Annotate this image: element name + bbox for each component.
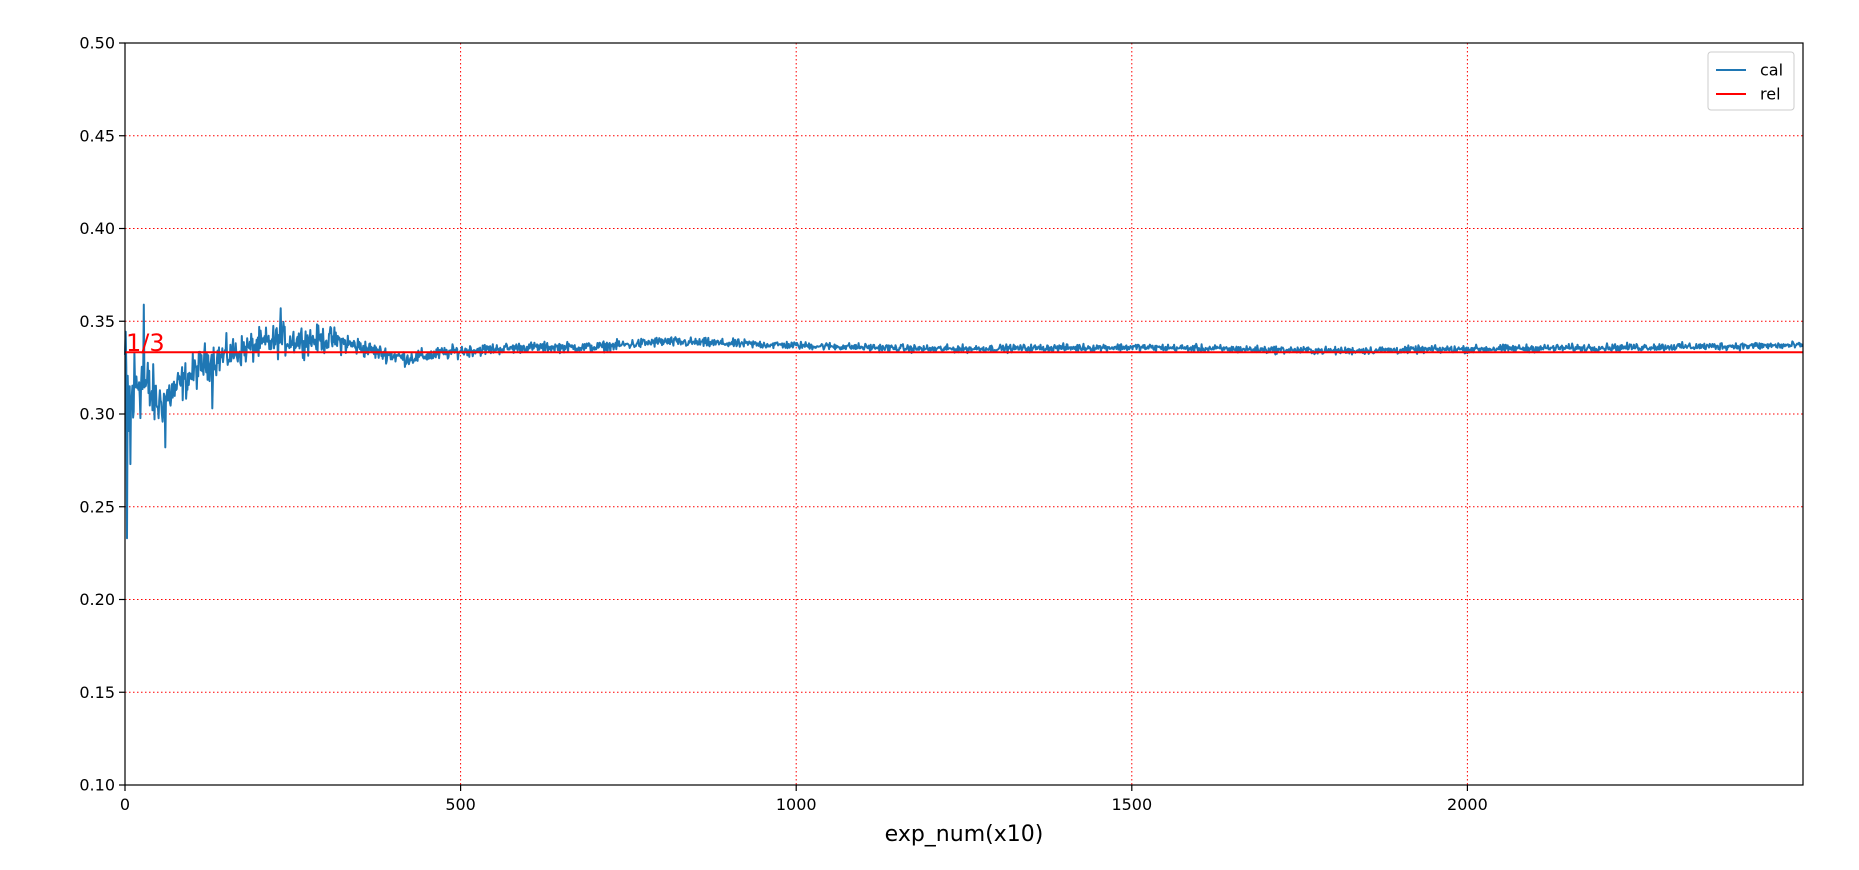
x-tick-label: 0 <box>120 795 130 814</box>
legend: cal rel <box>1707 51 1795 111</box>
line-chart: 1/3 0 500 1000 1500 2000 0.10 0.15 0.20 0.25 0.3… <box>0 0 1859 865</box>
y-tick-label: 0.25 <box>79 497 115 516</box>
y-tick-label: 0.15 <box>79 683 115 702</box>
x-axis-title: exp_num(x10) <box>885 822 1044 847</box>
y-tick-label: 0.20 <box>79 590 115 609</box>
annotation-label: 1/3 <box>126 329 165 357</box>
x-tick-label: 1500 <box>1111 795 1152 814</box>
annotation-layer: 1/3 <box>126 329 165 357</box>
y-tick-label: 0.10 <box>79 776 115 795</box>
legend-label-cal: cal <box>1760 61 1783 80</box>
chart-svg: 1/3 0 500 1000 1500 2000 0.10 0.15 0.20 0.25 0.3… <box>0 0 1859 865</box>
x-tick-label: 500 <box>445 795 476 814</box>
y-tick-label: 0.45 <box>79 126 115 145</box>
y-tick-label: 0.50 <box>79 34 115 53</box>
x-tick-label: 1000 <box>776 795 817 814</box>
y-tick-label: 0.40 <box>79 219 115 238</box>
y-tick-label: 0.35 <box>79 312 115 331</box>
x-tick-label: 2000 <box>1447 795 1488 814</box>
y-tick-label: 0.30 <box>79 405 115 424</box>
figure-background <box>0 0 1859 865</box>
legend-label-rel: rel <box>1760 85 1781 104</box>
